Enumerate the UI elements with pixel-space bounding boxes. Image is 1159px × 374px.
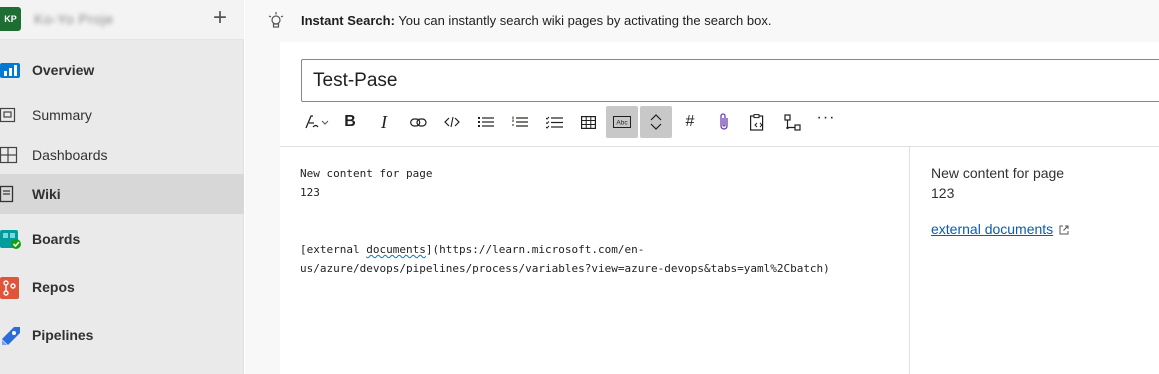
spellcheck-word: documents xyxy=(366,243,426,256)
banner-message: Instant Search: You can instantly search… xyxy=(301,13,771,28)
mention-button[interactable]: # xyxy=(675,106,705,138)
external-link-icon xyxy=(1059,220,1069,240)
page-title-input[interactable] xyxy=(301,59,1159,102)
checklist-button[interactable] xyxy=(539,106,569,138)
nav-boards[interactable]: Boards xyxy=(0,219,244,259)
spellcheck-toggle[interactable]: Abc xyxy=(606,106,638,138)
toggle-preview-button[interactable] xyxy=(640,106,672,138)
numbered-list-icon xyxy=(512,116,528,128)
mermaid-diagram-button[interactable] xyxy=(777,106,807,138)
bold-icon: B xyxy=(344,113,356,130)
editor-toolbar: B I Abc # ··· xyxy=(300,106,1159,138)
table-button[interactable] xyxy=(573,106,603,138)
nav-label-dashboards: Dashboards xyxy=(32,147,108,163)
more-icon: ··· xyxy=(816,109,836,126)
source-link-rest-1: ](https://learn.microsoft.com/en- xyxy=(425,243,645,256)
link-button[interactable] xyxy=(403,106,433,138)
toolbar-divider xyxy=(280,146,1159,147)
svg-text:Abc: Abc xyxy=(616,120,628,127)
header-icon xyxy=(304,114,330,130)
nav-overview[interactable]: Overview xyxy=(0,50,244,90)
spellcheck-icon: Abc xyxy=(613,116,631,128)
main-content: Instant Search: You can instantly search… xyxy=(245,0,1159,374)
nav-label-boards: Boards xyxy=(32,231,81,247)
preview-divider[interactable] xyxy=(909,147,910,374)
source-link-rest-2: us/azure/devops/pipelines/process/variab… xyxy=(300,262,830,275)
more-options-button[interactable]: ··· xyxy=(811,106,841,138)
repos-icon xyxy=(0,277,20,299)
table-icon xyxy=(580,115,596,129)
nav-label-pipelines: Pipelines xyxy=(32,327,94,343)
link-icon xyxy=(409,117,427,128)
nav-summary[interactable]: Summary xyxy=(0,95,244,135)
banner-title: Instant Search: xyxy=(301,13,395,28)
banner-body: You can instantly search wiki pages by a… xyxy=(398,13,772,28)
left-navigation: KP Ko-Yo Proje + Overview Summary Dashbo… xyxy=(0,0,244,374)
toggle-preview-icon xyxy=(650,114,662,130)
boards-icon xyxy=(0,229,21,249)
wiki-editor: B I Abc xyxy=(280,42,1159,374)
nav-dashboards[interactable]: Dashboards xyxy=(0,135,244,175)
project-name[interactable]: Ko-Yo Proje xyxy=(34,11,114,27)
wiki-icon xyxy=(0,184,20,204)
mermaid-diagram-icon xyxy=(783,113,801,131)
nav-label-repos: Repos xyxy=(32,279,75,295)
paste-icon xyxy=(750,113,766,131)
nav-label-wiki: Wiki xyxy=(32,186,61,202)
bulleted-list-icon xyxy=(478,116,494,128)
bulleted-list-button[interactable] xyxy=(471,106,501,138)
code-icon xyxy=(444,116,460,128)
code-button[interactable] xyxy=(437,106,467,138)
header-button[interactable] xyxy=(300,106,334,138)
project-header[interactable]: KP Ko-Yo Proje + xyxy=(0,0,244,40)
nav-wiki[interactable]: Wiki xyxy=(0,174,244,214)
pipelines-icon xyxy=(0,325,20,345)
italic-icon: I xyxy=(381,111,387,132)
new-item-button[interactable]: + xyxy=(206,5,234,33)
source-line-1: New content for page xyxy=(300,167,433,180)
project-avatar[interactable]: KP xyxy=(0,7,21,31)
checklist-icon xyxy=(545,116,563,129)
dashboards-icon xyxy=(0,145,20,165)
summary-icon xyxy=(0,105,20,125)
italic-button[interactable]: I xyxy=(369,106,399,138)
overview-icon xyxy=(0,60,20,80)
source-link-prefix: [external xyxy=(300,243,367,256)
preview-line-1: New content for page xyxy=(931,165,1065,181)
attachment-icon xyxy=(719,113,729,131)
preview-external-link[interactable]: external documents xyxy=(931,221,1053,237)
nav-label-overview: Overview xyxy=(32,62,95,78)
mention-icon: # xyxy=(685,113,695,130)
nav-repos[interactable]: Repos xyxy=(0,267,244,307)
markdown-preview: New content for page 123 external docume… xyxy=(931,163,1159,240)
numbered-list-button[interactable] xyxy=(505,106,535,138)
preview-line-2: 123 xyxy=(931,185,955,201)
markdown-source-editor[interactable]: New content for page 123 [external docum… xyxy=(300,164,900,278)
instant-search-banner: Instant Search: You can instantly search… xyxy=(245,0,1159,42)
bold-button[interactable]: B xyxy=(335,106,365,138)
source-line-2: 123 xyxy=(300,186,320,199)
paste-button[interactable] xyxy=(743,106,773,138)
instant-search-icon xyxy=(267,11,287,31)
nav-pipelines[interactable]: Pipelines xyxy=(0,315,244,355)
nav-label-summary: Summary xyxy=(32,107,92,123)
attachment-button[interactable] xyxy=(709,106,739,138)
